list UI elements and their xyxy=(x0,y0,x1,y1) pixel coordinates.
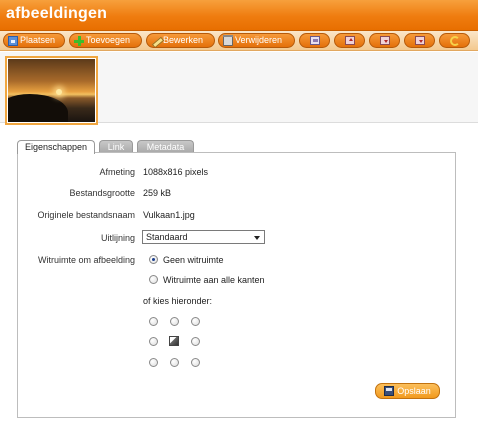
position-center-selected[interactable] xyxy=(169,336,179,346)
position-top-left[interactable] xyxy=(149,317,158,326)
edit-button[interactable]: Bewerken xyxy=(146,33,215,48)
filesize-label: Bestandsgrootte xyxy=(69,188,135,198)
delete-button[interactable]: Verwijderen xyxy=(218,33,295,48)
trash-icon xyxy=(223,34,233,46)
floppy-disk-icon xyxy=(384,386,395,396)
add-icon xyxy=(74,35,84,46)
image-center-icon xyxy=(309,36,320,45)
image-thumbnail[interactable] xyxy=(5,56,98,125)
position-bottom-left[interactable] xyxy=(149,358,158,367)
choose-below-label: of kies hieronder: xyxy=(143,296,213,306)
app-header: afbeeldingen xyxy=(0,0,478,31)
size-label: Afmeting xyxy=(99,167,135,177)
move-to-bottom-button[interactable] xyxy=(404,33,435,48)
position-bottom-right[interactable] xyxy=(191,358,200,367)
save-button[interactable]: Opslaan xyxy=(375,383,440,399)
move-to-bottom-icon xyxy=(414,36,425,45)
align-select[interactable]: Standaard xyxy=(142,230,265,244)
app-title: afbeeldingen xyxy=(6,5,108,22)
position-middle-right[interactable] xyxy=(191,337,200,346)
add-button[interactable]: Toevoegen xyxy=(69,33,142,48)
filename-value: Vulkaan1.jpg xyxy=(143,210,195,220)
center-image-button[interactable] xyxy=(299,33,330,48)
position-top-center[interactable] xyxy=(170,317,179,326)
spacing-label: Witruimte om afbeelding xyxy=(37,255,135,265)
undo-icon xyxy=(449,35,460,46)
align-label: Uitlijning xyxy=(100,233,135,243)
align-select-value: Standaard xyxy=(146,232,188,242)
place-image-icon xyxy=(8,35,18,46)
position-middle-left[interactable] xyxy=(149,337,158,346)
size-value: 1088x816 pixels xyxy=(143,167,209,177)
radio-spacing-all-sides-label: Witruimte aan alle kanten xyxy=(163,275,265,285)
filename-label: Originele bestandsnaam xyxy=(37,210,135,220)
move-down-button[interactable] xyxy=(369,33,400,48)
toolbar: Plaatsen Toevoegen Bewerken Verwijderen xyxy=(0,31,478,51)
thumbnail-strip xyxy=(0,52,478,125)
move-down-icon xyxy=(379,36,390,45)
move-up-button[interactable] xyxy=(334,33,365,48)
radio-spacing-all-sides[interactable] xyxy=(149,275,158,284)
delete-button-label: Verwijderen xyxy=(235,35,283,45)
save-button-label: Opslaan xyxy=(397,386,431,396)
undo-button[interactable] xyxy=(439,33,470,48)
move-up-icon xyxy=(344,36,355,45)
edit-button-label: Bewerken xyxy=(163,35,204,45)
filesize-value: 259 kB xyxy=(143,188,172,198)
position-top-right[interactable] xyxy=(191,317,200,326)
place-button-label: Plaatsen xyxy=(20,35,56,45)
position-bottom-center[interactable] xyxy=(170,358,179,367)
chevron-down-icon xyxy=(254,236,260,240)
add-button-label: Toevoegen xyxy=(86,35,131,45)
tab-properties[interactable]: Eigenschappen xyxy=(17,140,95,154)
sunset-volcano-image xyxy=(8,59,95,122)
radio-no-spacing[interactable] xyxy=(149,255,158,264)
radio-no-spacing-label: Geen witruimte xyxy=(163,255,224,265)
place-button[interactable]: Plaatsen xyxy=(3,33,65,48)
pencil-icon xyxy=(151,36,161,46)
